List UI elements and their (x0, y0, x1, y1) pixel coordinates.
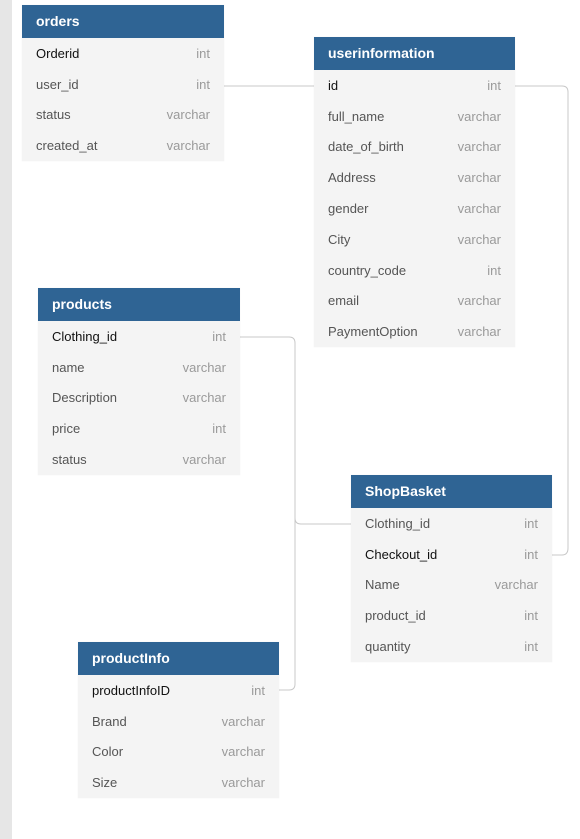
column-type: varchar (182, 359, 226, 375)
column-type: int (196, 45, 210, 61)
column-type: varchar (166, 138, 210, 154)
column-name: name (52, 359, 85, 375)
column-name: date_of_birth (328, 139, 404, 155)
column-type: varchar (457, 139, 501, 155)
column-name: PaymentOption (328, 324, 418, 340)
table-row[interactable]: Orderid int (22, 38, 224, 69)
table-row[interactable]: user_id int (22, 69, 224, 100)
column-name: quantity (365, 639, 411, 655)
column-name: Clothing_id (365, 515, 431, 531)
column-type: varchar (457, 108, 501, 124)
table-row[interactable]: price int (38, 413, 240, 444)
column-name: Checkout_id (365, 546, 438, 562)
table-row[interactable]: Name varchar (351, 570, 552, 601)
column-name: user_id (36, 76, 79, 92)
column-type: int (524, 639, 538, 655)
table-userinformation-header[interactable]: userinformation (314, 37, 515, 70)
table-row[interactable]: full_name varchar (314, 101, 515, 132)
column-type: varchar (166, 107, 210, 123)
column-name: full_name (328, 108, 385, 124)
table-row[interactable]: status varchar (22, 100, 224, 131)
table-shopbasket[interactable]: ShopBasket Clothing_id int Checkout_id i… (351, 475, 552, 662)
column-name: product_id (365, 608, 426, 624)
column-name: email (328, 293, 360, 309)
table-shopbasket-header[interactable]: ShopBasket (351, 475, 552, 508)
column-type: varchar (182, 390, 226, 406)
column-name: City (328, 231, 351, 247)
column-type: varchar (457, 170, 501, 186)
table-row[interactable]: Brand varchar (78, 706, 279, 737)
column-name: Orderid (36, 45, 80, 61)
table-row[interactable]: Clothing_id int (38, 321, 240, 352)
table-row[interactable]: Checkout_id int (351, 539, 552, 570)
table-row[interactable]: Address varchar (314, 162, 515, 193)
column-type: int (196, 76, 210, 92)
column-name: Description (52, 390, 118, 406)
table-products-header[interactable]: products (38, 288, 240, 321)
table-productinfo-header[interactable]: productInfo (78, 642, 279, 675)
column-type: int (487, 77, 501, 93)
column-type: varchar (182, 452, 226, 468)
table-orders[interactable]: orders Orderid int user_id int status va… (22, 5, 224, 162)
table-row[interactable]: City varchar (314, 224, 515, 255)
table-row[interactable]: status varchar (38, 444, 240, 475)
column-type: varchar (457, 293, 501, 309)
column-name: price (52, 421, 81, 437)
column-name: created_at (36, 138, 98, 154)
column-type: int (212, 328, 226, 344)
table-row[interactable]: Size varchar (78, 767, 279, 798)
column-type: varchar (494, 577, 538, 593)
table-row[interactable]: Color varchar (78, 737, 279, 768)
column-type: varchar (221, 775, 265, 791)
column-name: status (52, 452, 87, 468)
column-name: country_code (328, 262, 407, 278)
table-row[interactable]: created_at varchar (22, 130, 224, 161)
column-name: status (36, 107, 71, 123)
column-type: int (212, 421, 226, 437)
column-name: Address (328, 170, 376, 186)
column-name: productInfoID (92, 682, 171, 698)
column-type: int (524, 546, 538, 562)
column-name: Clothing_id (52, 328, 118, 344)
column-type: int (251, 682, 265, 698)
column-type: int (524, 608, 538, 624)
table-orders-header[interactable]: orders (22, 5, 224, 38)
column-type: varchar (221, 713, 265, 729)
column-name: gender (328, 201, 369, 217)
column-type: varchar (457, 324, 501, 340)
column-name: Color (92, 744, 124, 760)
column-name: Brand (92, 713, 127, 729)
table-row[interactable]: product_id int (351, 600, 552, 631)
column-type: varchar (221, 744, 265, 760)
table-productinfo[interactable]: productInfo productInfoID int Brand varc… (78, 642, 279, 799)
column-name: Name (365, 577, 400, 593)
column-type: int (524, 515, 538, 531)
table-row[interactable]: Clothing_id int (351, 508, 552, 539)
column-type: int (487, 262, 501, 278)
table-row[interactable]: country_code int (314, 255, 515, 286)
table-row[interactable]: date_of_birth varchar (314, 132, 515, 163)
column-type: varchar (457, 231, 501, 247)
column-type: varchar (457, 201, 501, 217)
table-row[interactable]: gender varchar (314, 193, 515, 224)
table-userinformation[interactable]: userinformation id int full_name varchar… (314, 37, 515, 348)
table-row[interactable]: name varchar (38, 352, 240, 383)
column-name: Size (92, 775, 118, 791)
table-row[interactable]: productInfoID int (78, 675, 279, 706)
column-name: id (328, 77, 339, 93)
table-row[interactable]: quantity int (351, 631, 552, 662)
table-row[interactable]: email varchar (314, 286, 515, 317)
table-row[interactable]: id int (314, 70, 515, 101)
table-row[interactable]: PaymentOption varchar (314, 316, 515, 347)
table-row[interactable]: Description varchar (38, 383, 240, 414)
table-products[interactable]: products Clothing_id int name varchar De… (38, 288, 240, 475)
